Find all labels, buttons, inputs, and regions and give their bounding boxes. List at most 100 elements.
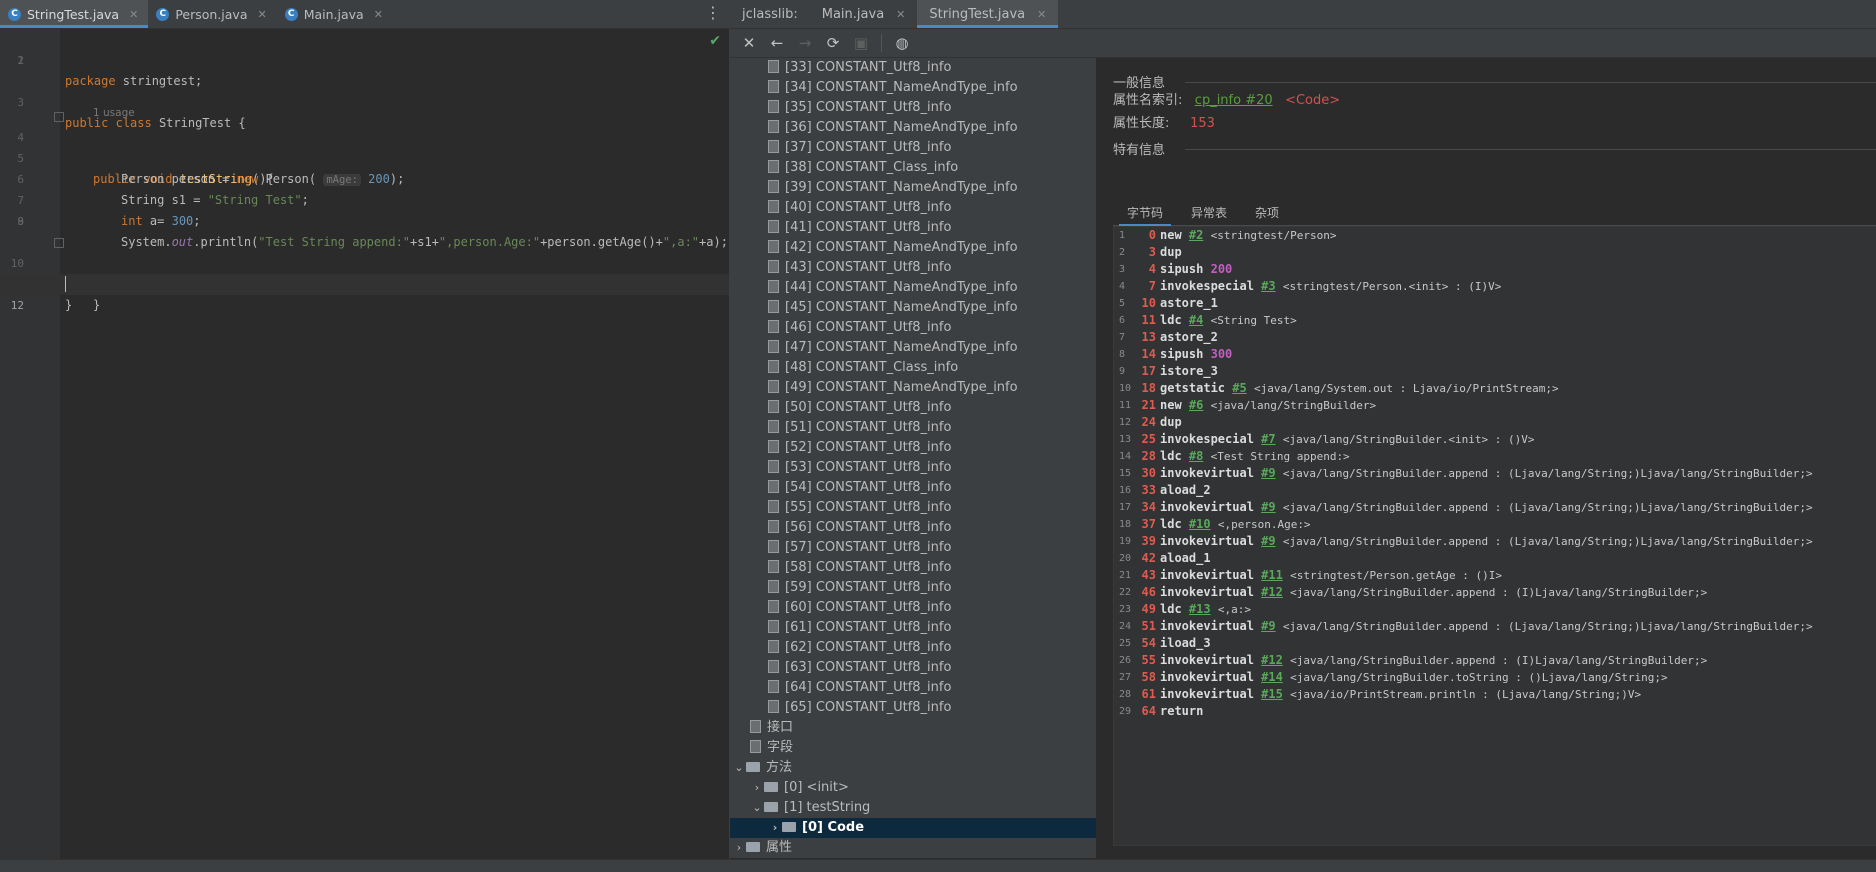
close-tab-icon[interactable]: ✕ <box>374 8 383 21</box>
close-tab-icon[interactable]: ✕ <box>257 8 266 21</box>
tree-node-constant[interactable]: [38] CONSTANT_Class_info <box>730 158 1096 178</box>
tab-exception-table[interactable]: 异常表 <box>1177 201 1241 225</box>
constant-pool-ref-link[interactable]: #14 <box>1261 670 1283 684</box>
forward-icon[interactable]: → <box>794 32 816 54</box>
tree-node-method-teststring[interactable]: ⌄ [1] testString <box>730 798 1096 818</box>
tab-main-java-bytecode[interactable]: Main.java ✕ <box>810 0 918 28</box>
tree-node-constant[interactable]: [57] CONSTANT_Utf8_info <box>730 538 1096 558</box>
constant-pool-ref-link[interactable]: #10 <box>1189 517 1211 531</box>
more-options-icon[interactable]: ⋮ <box>705 4 721 22</box>
constant-pool-ref-link[interactable]: #3 <box>1261 279 1275 293</box>
chevron-right-icon[interactable]: › <box>750 778 764 798</box>
tree-node-constant[interactable]: [37] CONSTANT_Utf8_info <box>730 138 1096 158</box>
fold-marker-icon[interactable] <box>54 238 64 248</box>
tree-node-constant[interactable]: [61] CONSTANT_Utf8_info <box>730 618 1096 638</box>
constant-pool-ref-link[interactable]: #11 <box>1261 568 1283 582</box>
tree-node-constant[interactable]: [33] CONSTANT_Utf8_info <box>730 58 1096 78</box>
constant-pool-ref-link[interactable]: #8 <box>1189 449 1203 463</box>
tab-stringtest-java-bytecode[interactable]: StringTest.java ✕ <box>917 0 1059 28</box>
tree-node-constant[interactable]: [65] CONSTANT_Utf8_info <box>730 698 1096 718</box>
refresh-icon[interactable]: ⟳ <box>822 32 844 54</box>
tree-node-constant[interactable]: [45] CONSTANT_NameAndType_info <box>730 298 1096 318</box>
tree-node-interfaces[interactable]: 接口 <box>730 718 1096 738</box>
tree-node-fields[interactable]: 字段 <box>730 738 1096 758</box>
tab-misc[interactable]: 杂项 <box>1241 201 1293 225</box>
tree-node-constant[interactable]: [48] CONSTANT_Class_info <box>730 358 1096 378</box>
tree-node-constant[interactable]: [56] CONSTANT_Utf8_info <box>730 518 1096 538</box>
tree-node-method-init[interactable]: › [0] <init> <box>730 778 1096 798</box>
constant-pool-ref-link[interactable]: #12 <box>1261 585 1283 599</box>
tree-node-constant[interactable]: [63] CONSTANT_Utf8_info <box>730 658 1096 678</box>
chevron-down-icon[interactable]: ⌄ <box>732 758 746 778</box>
tree-node-constant[interactable]: [62] CONSTANT_Utf8_info <box>730 638 1096 658</box>
chevron-down-icon[interactable]: ⌄ <box>750 798 764 818</box>
current-code-line[interactable]: 12 <box>0 274 729 312</box>
close-tab-icon[interactable]: ✕ <box>1037 8 1046 21</box>
tree-node-attributes[interactable]: › 属性 <box>730 838 1096 858</box>
tab-person-java[interactable]: C Person.java ✕ <box>148 0 276 28</box>
constant-pool-ref-link[interactable]: #7 <box>1261 432 1275 446</box>
tree-node-constant[interactable]: [49] CONSTANT_NameAndType_info <box>730 378 1096 398</box>
tree-node-constant[interactable]: [40] CONSTANT_Utf8_info <box>730 198 1096 218</box>
code-area[interactable]: 1 package stringtest; 2 3 public class S… <box>0 29 729 312</box>
tree-node-constant[interactable]: [60] CONSTANT_Utf8_info <box>730 598 1096 618</box>
constant-pool-ref-link[interactable]: #12 <box>1261 653 1283 667</box>
tree-node-constant[interactable]: [55] CONSTANT_Utf8_info <box>730 498 1096 518</box>
cp-info-link[interactable]: cp_info #20 <box>1195 93 1273 108</box>
tree-node-constant[interactable]: [41] CONSTANT_Utf8_info <box>730 218 1096 238</box>
usage-hint[interactable]: 1 usage <box>0 92 729 119</box>
code-editor[interactable]: C StringTest.java ✕ C Person.java ✕ C Ma… <box>0 0 730 859</box>
constant-pool-ref-link[interactable]: #9 <box>1261 500 1275 514</box>
tab-main-java[interactable]: C Main.java ✕ <box>277 0 393 28</box>
tree-node-label: [57] CONSTANT_Utf8_info <box>785 540 952 555</box>
tree-node-label: [52] CONSTANT_Utf8_info <box>785 440 952 455</box>
bytecode-view[interactable]: 1 0 new #2 <stringtest/Person> 2 3 dup 3 4 sipus… <box>1113 226 1876 846</box>
status-bar <box>0 859 1876 872</box>
tree-node-methods[interactable]: ⌄ 方法 <box>730 758 1096 778</box>
class-structure-tree[interactable]: [33] CONSTANT_Utf8_info [34] CONSTANT_Nam… <box>730 58 1096 858</box>
back-icon[interactable]: ← <box>766 32 788 54</box>
save-icon[interactable]: ▣ <box>850 32 872 54</box>
close-tab-icon[interactable]: ✕ <box>129 8 138 21</box>
fold-marker-icon[interactable] <box>54 112 64 122</box>
constant-pool-ref-link[interactable]: #13 <box>1189 602 1211 616</box>
close-icon[interactable]: ✕ <box>738 32 760 54</box>
constant-pool-ref-link[interactable]: #9 <box>1261 466 1275 480</box>
bytecode-offset: 21 <box>1141 398 1156 412</box>
bytecode-instruction: invokevirtual #9 <java/lang/StringBuilde… <box>1160 534 1813 548</box>
constant-pool-ref-link[interactable]: #5 <box>1232 381 1246 395</box>
tree-node-constant[interactable]: [64] CONSTANT_Utf8_info <box>730 678 1096 698</box>
tree-node-constant[interactable]: [58] CONSTANT_Utf8_info <box>730 558 1096 578</box>
close-tab-icon[interactable]: ✕ <box>896 8 905 21</box>
tree-node-constant[interactable]: [51] CONSTANT_Utf8_info <box>730 418 1096 438</box>
constant-pool-ref-link[interactable]: #4 <box>1189 313 1203 327</box>
constant-pool-ref-link[interactable]: #9 <box>1261 534 1275 548</box>
tree-node-constant[interactable]: [35] CONSTANT_Utf8_info <box>730 98 1096 118</box>
tree-node-constant[interactable]: [36] CONSTANT_NameAndType_info <box>730 118 1096 138</box>
tree-node-constant[interactable]: [47] CONSTANT_NameAndType_info <box>730 338 1096 358</box>
tree-node-constant[interactable]: [43] CONSTANT_Utf8_info <box>730 258 1096 278</box>
bytecode-instruction: ldc #10 <,person.Age:> <box>1160 517 1311 531</box>
constant-pool-ref-link[interactable]: #9 <box>1261 619 1275 633</box>
tree-node-label: [50] CONSTANT_Utf8_info <box>785 400 952 415</box>
tree-node-constant[interactable]: [44] CONSTANT_NameAndType_info <box>730 278 1096 298</box>
constant-pool-ref-link[interactable]: #2 <box>1189 228 1203 242</box>
tree-node-constant[interactable]: [53] CONSTANT_Utf8_info <box>730 458 1096 478</box>
tree-node-constant[interactable]: [52] CONSTANT_Utf8_info <box>730 438 1096 458</box>
tree-node-constant[interactable]: [34] CONSTANT_NameAndType_info <box>730 78 1096 98</box>
constant-pool-ref-link[interactable]: #15 <box>1261 687 1283 701</box>
tab-bytecode[interactable]: 字节码 <box>1113 201 1177 226</box>
tree-node-code-selected[interactable]: › [0] Code <box>730 818 1096 838</box>
web-icon[interactable]: ◍ <box>891 32 913 54</box>
text-caret <box>65 276 66 292</box>
tree-node-constant[interactable]: [39] CONSTANT_NameAndType_info <box>730 178 1096 198</box>
tab-stringtest-java[interactable]: C StringTest.java ✕ <box>0 0 149 28</box>
tree-node-constant[interactable]: [59] CONSTANT_Utf8_info <box>730 578 1096 598</box>
tree-node-constant[interactable]: [42] CONSTANT_NameAndType_info <box>730 238 1096 258</box>
tree-node-constant[interactable]: [50] CONSTANT_Utf8_info <box>730 398 1096 418</box>
constant-pool-ref-link[interactable]: #6 <box>1189 398 1203 412</box>
chevron-right-icon[interactable]: › <box>768 818 782 838</box>
tree-node-constant[interactable]: [46] CONSTANT_Utf8_info <box>730 318 1096 338</box>
chevron-right-icon[interactable]: › <box>732 838 746 858</box>
tree-node-constant[interactable]: [54] CONSTANT_Utf8_info <box>730 478 1096 498</box>
